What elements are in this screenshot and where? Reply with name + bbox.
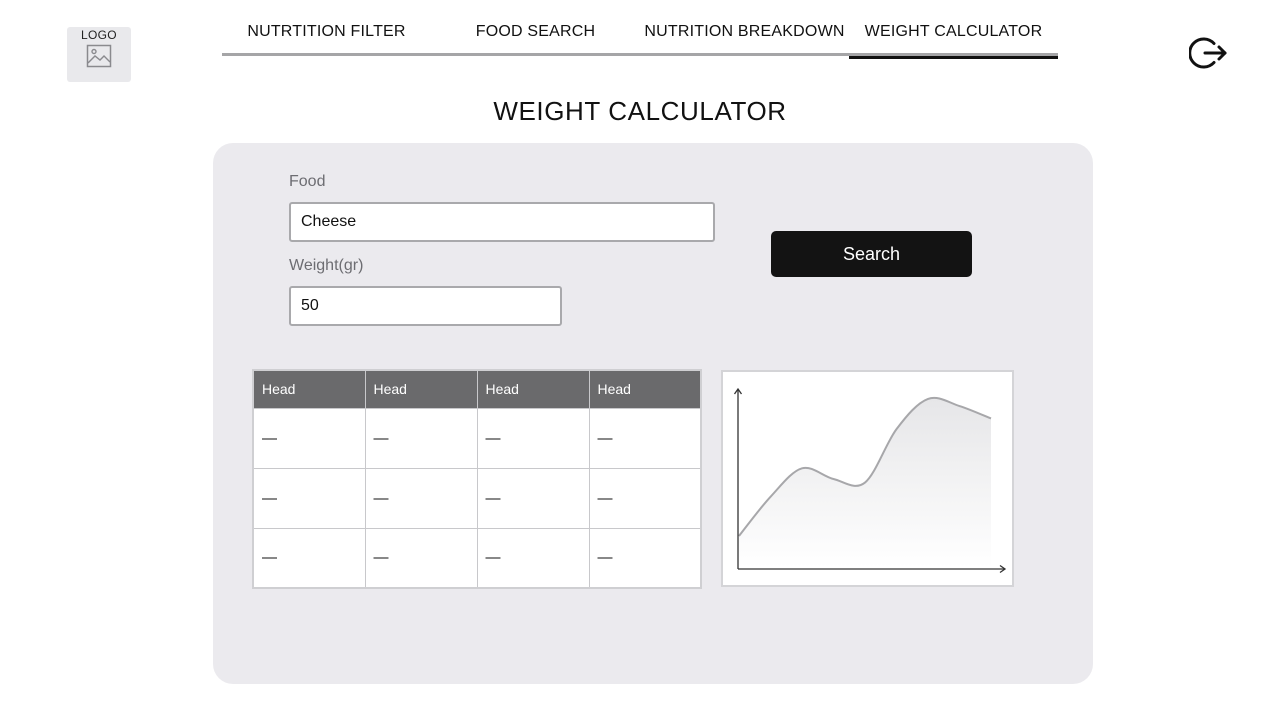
tab-nutrition-filter[interactable]: NUTRTITION FILTER	[222, 18, 431, 56]
table-cell: —	[252, 527, 366, 589]
chart-container	[721, 370, 1014, 587]
table-header-cell: Head	[364, 369, 478, 409]
weight-input[interactable]	[289, 286, 562, 326]
table-cell: —	[588, 527, 702, 589]
table-header-cell: Head	[588, 369, 702, 409]
main-nav: NUTRTITION FILTER FOOD SEARCH NUTRITION …	[222, 18, 1058, 59]
table-row: — — — —	[252, 407, 702, 469]
table-cell: —	[588, 467, 702, 529]
table-cell: —	[364, 467, 478, 529]
table-cell: —	[364, 407, 478, 469]
search-button[interactable]: Search	[771, 231, 972, 277]
logo-text: LOGO	[81, 28, 117, 42]
calculator-panel: Food Weight(gr) Search Head Head Head He…	[213, 143, 1093, 684]
nutrition-table: Head Head Head Head — — — — — — — — — —	[252, 369, 702, 589]
tab-food-search[interactable]: FOOD SEARCH	[431, 18, 640, 56]
table-header-cell: Head	[476, 369, 590, 409]
table-header-row: Head Head Head Head	[252, 369, 702, 409]
tab-weight-calculator[interactable]: WEIGHT CALCULATOR	[849, 18, 1058, 59]
food-label: Food	[289, 173, 326, 190]
area-chart	[733, 387, 1007, 574]
table-row: — — — —	[252, 527, 702, 589]
table-cell: —	[252, 467, 366, 529]
table-cell: —	[476, 407, 590, 469]
logout-icon[interactable]	[1189, 33, 1229, 73]
table-cell: —	[364, 527, 478, 589]
logo: LOGO	[67, 27, 131, 82]
table-cell: —	[476, 527, 590, 589]
tab-nutrition-breakdown[interactable]: NUTRITION BREAKDOWN	[640, 18, 849, 56]
table-cell: —	[252, 407, 366, 469]
image-icon	[86, 44, 112, 68]
page-title: WEIGHT CALCULATOR	[493, 96, 787, 126]
table-cell: —	[588, 407, 702, 469]
table-row: — — — —	[252, 467, 702, 529]
table-cell: —	[476, 467, 590, 529]
table-header-cell: Head	[252, 369, 366, 409]
weight-label: Weight(gr)	[289, 257, 364, 274]
food-input[interactable]	[289, 202, 715, 242]
